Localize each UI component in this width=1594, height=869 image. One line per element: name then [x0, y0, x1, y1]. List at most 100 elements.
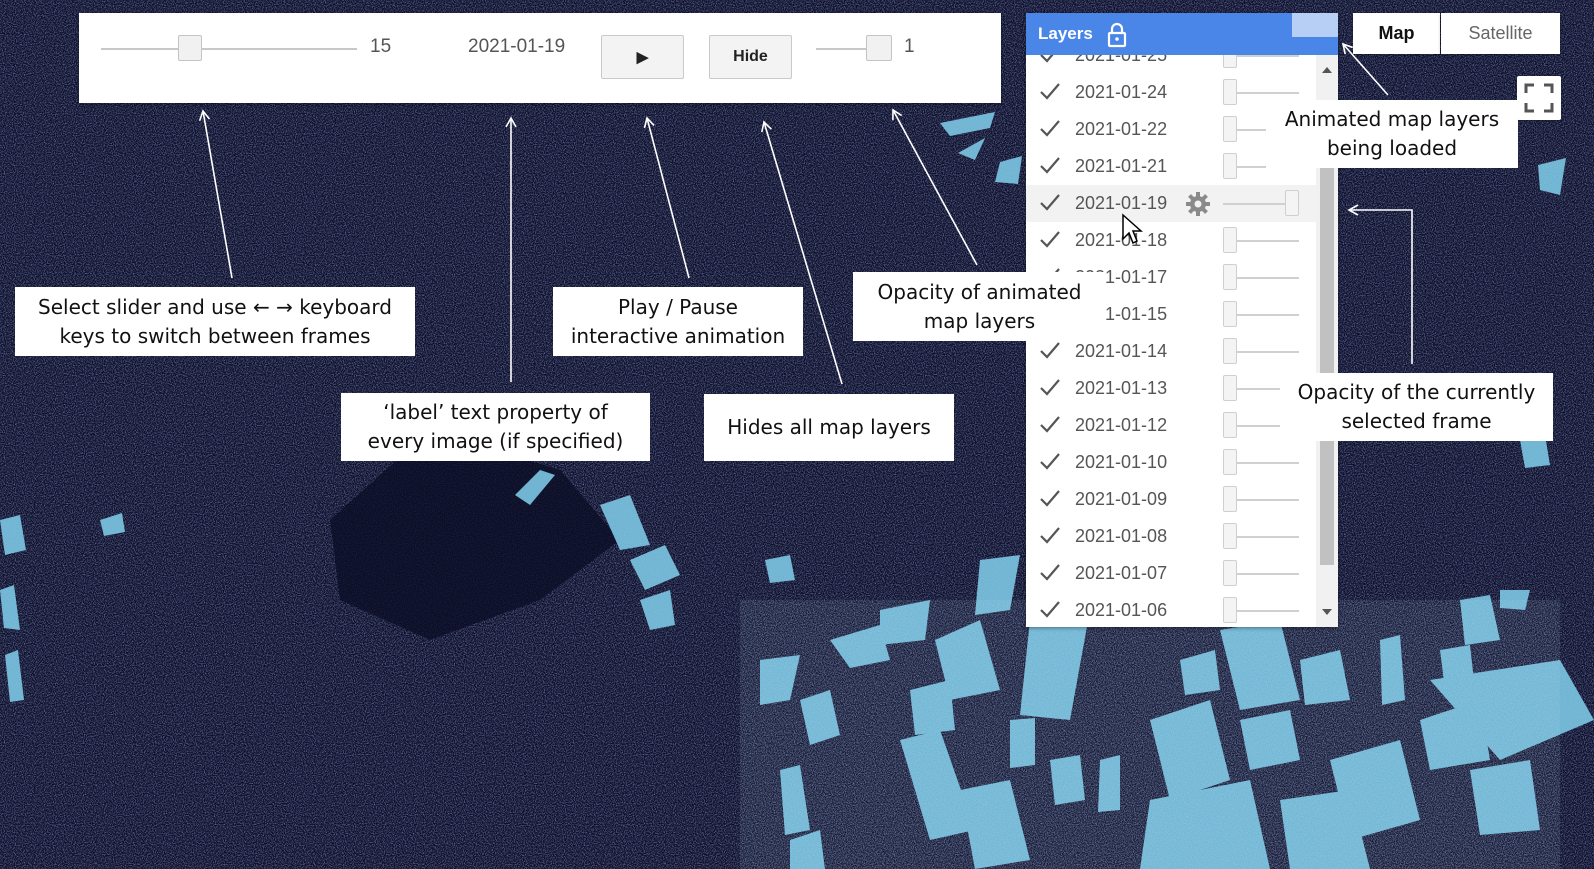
frame-index: 15 — [370, 36, 392, 57]
layer-row[interactable]: 2021-01-07 — [1026, 555, 1316, 592]
layer-label: 2021-01-08 — [1075, 526, 1168, 546]
layer-label: 2021-01-14 — [1075, 341, 1168, 361]
layer-opacity-thumb[interactable] — [1223, 227, 1237, 253]
layers-title: Layers — [1038, 24, 1093, 43]
check-icon[interactable] — [1038, 375, 1062, 399]
scroll-up-icon[interactable] — [1321, 65, 1333, 75]
annotation-opacity-frame: Opacity of the currently selected frame — [1280, 373, 1553, 441]
layer-opacity-thumb[interactable] — [1223, 301, 1237, 327]
layer-row[interactable]: 2021-01-09 — [1026, 481, 1316, 518]
opacity-slider-thumb[interactable] — [866, 35, 892, 61]
layer-row[interactable]: 2021-01-25 — [1026, 55, 1316, 74]
map-type-satellite-button[interactable]: Satellite — [1441, 13, 1560, 54]
cursor-icon — [1122, 213, 1143, 245]
layer-label: 2021-01-22 — [1075, 119, 1168, 139]
layer-opacity-thumb[interactable] — [1223, 79, 1237, 105]
check-icon[interactable] — [1038, 55, 1062, 66]
annotation-play-line1: Play / Pause — [618, 294, 738, 319]
layer-opacity-thumb[interactable] — [1223, 264, 1237, 290]
layer-row[interactable]: 2021-01-19 — [1026, 185, 1316, 222]
arrow-right-icon: → — [276, 294, 293, 319]
animation-control-panel: 15 2021-01-19 ▶ Hide 1 — [79, 13, 1001, 103]
layer-opacity-thumb[interactable] — [1223, 412, 1237, 438]
layer-label: 2021-01-07 — [1075, 563, 1168, 583]
layer-opacity-thumb[interactable] — [1223, 523, 1237, 549]
arrow-left-icon: ← — [252, 294, 270, 319]
annotation-slider-line1: Select slider and use — [38, 294, 247, 319]
check-icon[interactable] — [1038, 449, 1062, 473]
annotation-hide-text: Hides all map layers — [727, 415, 931, 439]
play-icon: ▶ — [636, 49, 649, 66]
annotation-label-line2: every image (if specified) — [367, 429, 624, 453]
check-icon[interactable] — [1038, 116, 1062, 140]
annotation-play-line2: interactive animation — [570, 323, 786, 348]
check-icon[interactable] — [1038, 597, 1062, 621]
opacity-value: 1 — [904, 36, 915, 57]
check-icon[interactable] — [1038, 190, 1062, 214]
scroll-down-icon[interactable] — [1321, 607, 1333, 617]
fullscreen-button[interactable] — [1517, 76, 1561, 120]
annotation-opacity-frame-line2: selected frame — [1341, 409, 1492, 433]
annotation-slider: Select slider and use ← → keyboard keys … — [15, 287, 415, 356]
layer-row[interactable]: 2021-01-13 — [1026, 370, 1316, 407]
layer-row[interactable]: 2021-01-08 — [1026, 518, 1316, 555]
annotation-loading: Animated map layers being loaded — [1266, 100, 1518, 168]
layers-header[interactable]: Layers — [1026, 13, 1338, 55]
layer-label: 2021-01-19 — [1075, 193, 1168, 213]
layer-row[interactable]: 2021-01-06 — [1026, 592, 1316, 627]
layer-opacity-thumb[interactable] — [1223, 486, 1237, 512]
frame-slider-track[interactable] — [101, 48, 357, 50]
annotation-loading-line1: Animated map layers — [1284, 107, 1500, 131]
check-icon[interactable] — [1038, 153, 1062, 177]
annotation-slider-line2: keys to switch between frames — [59, 323, 371, 348]
check-icon[interactable] — [1038, 338, 1062, 362]
annotation-hide: Hides all map layers — [704, 394, 954, 461]
annotation-slider-line1-wrap: Select slider and use ← → keyboard — [38, 293, 392, 322]
annotation-opacity-animated-line1: Opacity of animated — [877, 279, 1082, 304]
map-type-map-button[interactable]: Map — [1353, 13, 1440, 54]
annotation-label: ‘label’ text property of every image (if… — [341, 393, 650, 461]
annotation-slider-line1b: keyboard — [299, 294, 392, 319]
gear-icon[interactable] — [1184, 190, 1212, 218]
layers-loading-indicator — [1292, 13, 1338, 37]
lock-icon[interactable] — [1106, 22, 1128, 48]
check-icon[interactable] — [1038, 227, 1062, 251]
layer-opacity-thumb[interactable] — [1223, 153, 1237, 179]
layer-row[interactable]: 2021-01-10 — [1026, 444, 1316, 481]
fullscreen-icon — [1524, 83, 1554, 113]
layer-label: 2021-01-25 — [1075, 55, 1168, 65]
layer-row[interactable]: 2021-01-18 — [1026, 222, 1316, 259]
check-icon[interactable] — [1038, 412, 1062, 436]
play-button[interactable]: ▶ — [601, 35, 684, 79]
annotation-opacity-animated-line2: map layers — [923, 308, 1036, 333]
layer-label: 2021-01-24 — [1075, 82, 1168, 102]
check-icon[interactable] — [1038, 523, 1062, 547]
layer-opacity-thumb[interactable] — [1223, 375, 1237, 401]
layer-row[interactable]: 2021-01-12 — [1026, 407, 1316, 444]
check-icon[interactable] — [1038, 560, 1062, 584]
layer-opacity-thumb[interactable] — [1223, 560, 1237, 586]
annotation-play: Play / Pause interactive animation — [553, 287, 803, 356]
check-icon[interactable] — [1038, 486, 1062, 510]
layer-opacity-thumb[interactable] — [1223, 55, 1237, 68]
layer-label: 2021-01-09 — [1075, 489, 1168, 509]
annotation-label-line1: ‘label’ text property of — [383, 400, 608, 424]
layer-label: 2021-01-21 — [1075, 156, 1168, 176]
annotation-opacity-frame-line1: Opacity of the currently — [1297, 380, 1536, 404]
annotation-opacity-animated: Opacity of animated map layers — [853, 272, 1106, 341]
layer-label: 2021-01-13 — [1075, 378, 1168, 398]
frame-label: 2021-01-19 — [468, 36, 566, 57]
frame-slider-thumb[interactable] — [178, 35, 202, 61]
layer-opacity-thumb[interactable] — [1223, 116, 1237, 142]
annotation-loading-line2: being loaded — [1326, 136, 1458, 160]
layer-opacity-thumb[interactable] — [1223, 449, 1237, 475]
layer-opacity-thumb[interactable] — [1285, 190, 1299, 216]
layer-label: 2021-01-12 — [1075, 415, 1168, 435]
hide-button[interactable]: Hide — [709, 35, 792, 79]
layer-opacity-thumb[interactable] — [1223, 597, 1237, 623]
scroll-thumb[interactable] — [1320, 115, 1334, 565]
layer-label: 2021-01-10 — [1075, 452, 1168, 472]
layer-label: 2021-01-06 — [1075, 600, 1168, 620]
check-icon[interactable] — [1038, 79, 1062, 103]
layer-opacity-thumb[interactable] — [1223, 338, 1237, 364]
